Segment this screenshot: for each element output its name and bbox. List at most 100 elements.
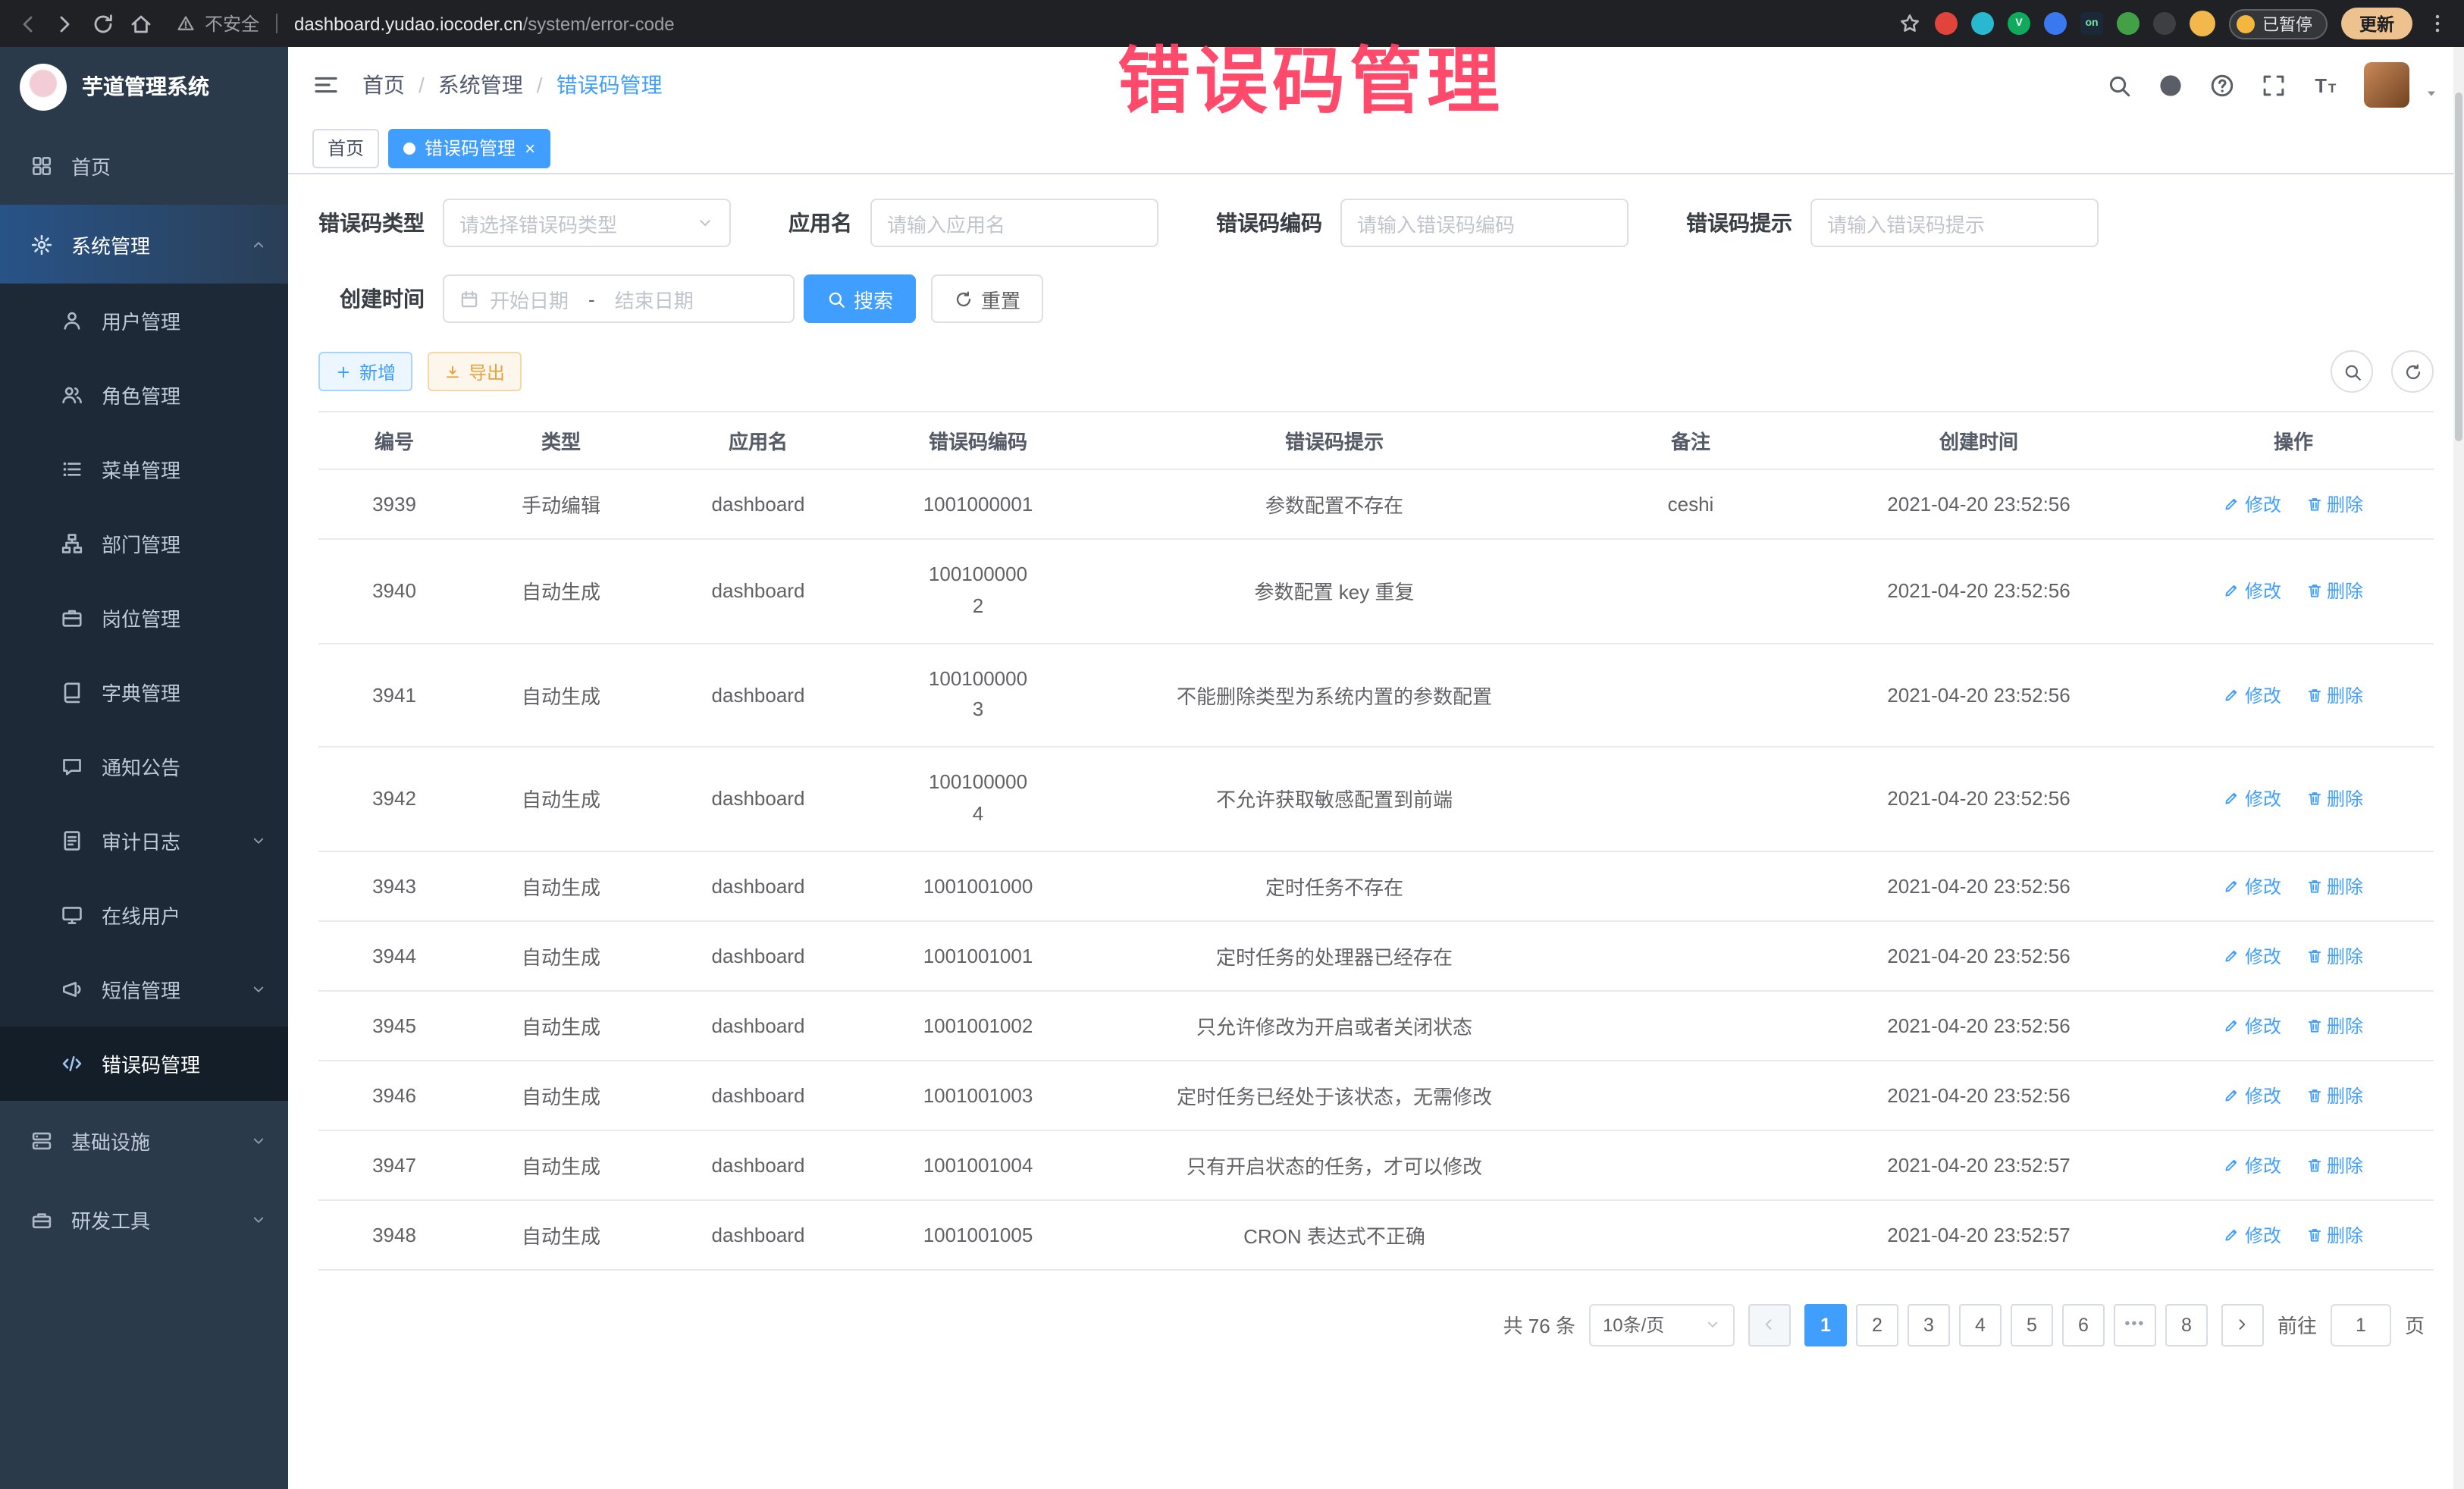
pagination-page-8[interactable]: 8 xyxy=(2165,1304,2208,1346)
sidebar-item-audit-log[interactable]: 审计日志 xyxy=(0,804,288,878)
pagination-page-1[interactable]: 1 xyxy=(1804,1304,1847,1346)
sidebar-nav: 首页系统管理用户管理角色管理菜单管理部门管理岗位管理字典管理通知公告审计日志在线… xyxy=(0,126,288,1259)
search-button[interactable]: 搜索 xyxy=(804,274,916,323)
tab-1[interactable]: 错误码管理× xyxy=(388,128,550,168)
browser-profile-avatar[interactable] xyxy=(2190,11,2215,36)
cell-actions: 修改删除 xyxy=(2153,1130,2434,1200)
teal-extension-icon[interactable] xyxy=(1971,12,1994,35)
chart-extension-icon[interactable] xyxy=(2044,12,2067,35)
delete-link[interactable]: 删除 xyxy=(2306,943,2363,969)
sidebar-item-menu[interactable]: 菜单管理 xyxy=(0,432,288,506)
red-extension-icon[interactable] xyxy=(1935,12,1958,35)
forward-icon[interactable] xyxy=(53,11,77,36)
address-bar[interactable]: 不安全 dashboard.yudao.iocoder.cn/system/er… xyxy=(176,11,675,36)
delete-link[interactable]: 删除 xyxy=(2306,1083,2363,1108)
sidebar-item-infra[interactable]: 基础设施 xyxy=(0,1101,288,1180)
edit-link[interactable]: 修改 xyxy=(2224,943,2281,969)
sidebar-item-user[interactable]: 用户管理 xyxy=(0,284,288,358)
delete-link[interactable]: 删除 xyxy=(2306,682,2363,708)
edit-link[interactable]: 修改 xyxy=(2224,682,2281,708)
pagination-page-4[interactable]: 4 xyxy=(1959,1304,2002,1346)
pagination-goto-label: 前往 xyxy=(2277,1311,2317,1340)
browser-home-icon[interactable] xyxy=(129,11,153,36)
hamburger-icon[interactable] xyxy=(312,71,340,99)
edit-link[interactable]: 修改 xyxy=(2224,786,2281,812)
sidebar-item-dict[interactable]: 字典管理 xyxy=(0,655,288,729)
date-range-picker[interactable]: 开始日期 - 结束日期 xyxy=(443,274,795,323)
on-badge-extension-icon[interactable]: on xyxy=(2080,12,2103,35)
sidebar-item-online-user[interactable]: 在线用户 xyxy=(0,878,288,952)
page-scrollbar[interactable] xyxy=(2453,47,2464,1489)
edit-link[interactable]: 修改 xyxy=(2224,1152,2281,1178)
goto-page-input[interactable]: 1 xyxy=(2331,1304,2391,1346)
sidebar-item-role[interactable]: 角色管理 xyxy=(0,358,288,432)
scrollbar-thumb[interactable] xyxy=(2455,92,2462,441)
delete-link[interactable]: 删除 xyxy=(2306,1152,2363,1178)
edit-link[interactable]: 修改 xyxy=(2224,491,2281,517)
delete-link[interactable]: 删除 xyxy=(2306,1222,2363,1248)
delete-link[interactable]: 删除 xyxy=(2306,578,2363,604)
edit-link[interactable]: 修改 xyxy=(2224,578,2281,604)
pagination-page-3[interactable]: 3 xyxy=(1908,1304,1950,1346)
edit-link[interactable]: 修改 xyxy=(2224,873,2281,899)
fullscreen-icon[interactable] xyxy=(2261,72,2287,98)
cell-time: 2021-04-20 23:52:57 xyxy=(1804,1130,2153,1200)
pagination-ellipsis[interactable]: ••• xyxy=(2114,1304,2156,1346)
avatar-caret-down-icon[interactable] xyxy=(2423,85,2440,102)
cell-code: 1001000004 xyxy=(864,747,1092,851)
pagination-page-6[interactable]: 6 xyxy=(2062,1304,2105,1346)
back-icon[interactable] xyxy=(15,11,39,36)
refresh-table-button[interactable] xyxy=(2391,350,2434,393)
sidebar-item-sms[interactable]: 短信管理 xyxy=(0,952,288,1027)
sidebar-item-devtools[interactable]: 研发工具 xyxy=(0,1180,288,1259)
sidebar-item-home[interactable]: 首页 xyxy=(0,126,288,205)
green-extension-icon[interactable] xyxy=(2117,12,2140,35)
tab-0[interactable]: 首页 xyxy=(312,128,379,168)
error-code-input[interactable]: 请输入错误码编码 xyxy=(1340,199,1629,247)
question-icon[interactable] xyxy=(2209,72,2235,98)
edit-link[interactable]: 修改 xyxy=(2224,1222,2281,1248)
github-icon[interactable] xyxy=(2158,72,2183,98)
sidebar-item-system[interactable]: 系统管理 xyxy=(0,205,288,284)
update-button[interactable]: 更新 xyxy=(2341,8,2412,39)
export-button[interactable]: 导出 xyxy=(428,352,522,391)
table-row: 3947自动生成dashboard1001001004只有开启状态的任务，才可以… xyxy=(318,1130,2434,1200)
delete-link[interactable]: 删除 xyxy=(2306,1013,2363,1039)
pagination-prev-button[interactable] xyxy=(1748,1304,1791,1346)
reset-button[interactable]: 重置 xyxy=(931,274,1043,323)
error-type-select[interactable]: 请选择错误码类型 xyxy=(443,199,731,247)
sidebar-item-error-code[interactable]: 错误码管理 xyxy=(0,1027,288,1101)
edit-link[interactable]: 修改 xyxy=(2224,1013,2281,1039)
fontsize-icon[interactable]: TT xyxy=(2312,72,2338,98)
sidebar-item-post[interactable]: 岗位管理 xyxy=(0,581,288,655)
add-button[interactable]: 新增 xyxy=(318,352,412,391)
error-hint-input[interactable]: 请输入错误码提示 xyxy=(1810,199,2099,247)
export-button-label: 导出 xyxy=(469,359,505,384)
green-check-extension-icon[interactable]: V xyxy=(2008,12,2030,35)
tab-close-icon[interactable]: × xyxy=(525,139,535,157)
pagination-page-2[interactable]: 2 xyxy=(1856,1304,1898,1346)
paused-button[interactable]: 已暂停 xyxy=(2229,8,2328,39)
user-avatar[interactable] xyxy=(2364,62,2409,108)
delete-link[interactable]: 删除 xyxy=(2306,786,2363,812)
reload-icon[interactable] xyxy=(91,11,115,36)
edit-link[interactable]: 修改 xyxy=(2224,1083,2281,1108)
delete-link[interactable]: 删除 xyxy=(2306,873,2363,899)
sidebar-item-notice[interactable]: 通知公告 xyxy=(0,729,288,804)
cell-remark xyxy=(1577,991,1804,1061)
sidebar-item-dept[interactable]: 部门管理 xyxy=(0,506,288,581)
breadcrumb-item[interactable]: 首页 xyxy=(362,70,405,100)
browser-menu-icon[interactable] xyxy=(2426,12,2449,35)
app-name-input[interactable]: 请输入应用名 xyxy=(870,199,1158,247)
toggle-search-button[interactable] xyxy=(2331,350,2373,393)
pagination-next-button[interactable] xyxy=(2221,1304,2264,1346)
search-icon xyxy=(826,289,846,309)
delete-link[interactable]: 删除 xyxy=(2306,491,2363,517)
page-size-select[interactable]: 10条/页 xyxy=(1589,1304,1735,1346)
app-logo-row[interactable]: 芋道管理系统 xyxy=(0,47,288,126)
pin-extension-icon[interactable] xyxy=(2153,12,2176,35)
breadcrumb-item[interactable]: 系统管理 xyxy=(438,70,523,100)
pagination-page-5[interactable]: 5 xyxy=(2011,1304,2053,1346)
search-icon[interactable] xyxy=(2106,72,2132,98)
bookmark-star-icon[interactable] xyxy=(1898,12,1921,35)
